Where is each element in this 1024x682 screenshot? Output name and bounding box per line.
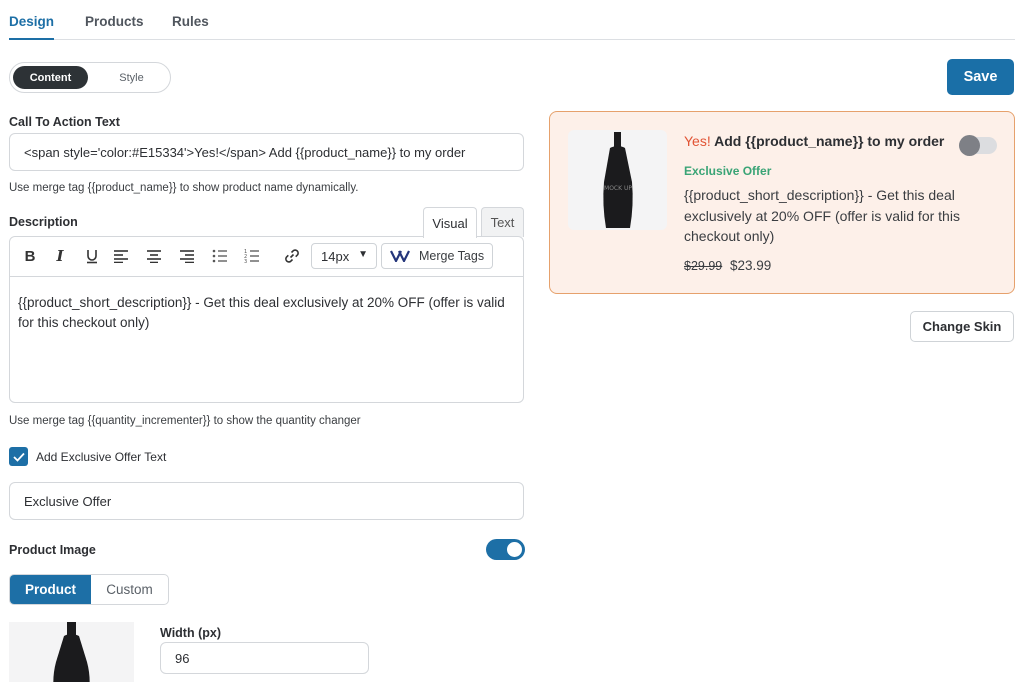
chevron-down-icon: ▼ [358,249,368,260]
exclusive-offer-checkbox[interactable] [9,447,28,466]
align-right-icon[interactable] [177,246,197,266]
width-input[interactable]: 96 [160,642,369,674]
font-size-value: 14px [321,248,350,264]
preview-product-image: MOCK UP [568,130,667,230]
preview-title: Yes! Add {{product_name}} to my order [684,133,944,149]
product-image-thumbnail [9,622,134,682]
numbered-list-icon[interactable]: 123 [242,246,262,266]
width-label: Width (px) [160,626,221,640]
align-left-icon[interactable] [111,246,131,266]
description-help-text: Use merge tag {{quantity_incrementer}} t… [9,415,361,427]
tab-products[interactable]: Products [85,14,144,29]
checkmark-icon [12,452,25,462]
image-source-toggle: Product Custom [9,574,169,605]
italic-icon[interactable]: I [50,246,70,266]
bottle-image: MOCK UP [603,132,633,228]
preview-new-price: $23.99 [730,258,772,273]
underline-icon[interactable] [82,246,102,266]
cta-help-text: Use merge tag {{product_name}} to show p… [9,182,359,194]
preview-title-text: Add {{product_name}} to my order [710,133,945,149]
tab-text[interactable]: Text [481,207,524,237]
product-image-toggle[interactable] [486,539,525,560]
font-size-select[interactable]: 14px ▼ [311,243,377,269]
bottle-label: MOCK UP [604,185,632,192]
preview-price: $29.99 $23.99 [684,258,771,273]
cta-label: Call To Action Text [9,115,120,129]
offer-preview-card: MOCK UP Yes! Add {{product_name}} to my … [549,111,1015,294]
link-icon[interactable] [282,246,302,266]
image-source-product[interactable]: Product [10,575,91,604]
toggle-knob [507,542,522,557]
bullet-list-icon[interactable] [210,246,230,266]
exclusive-offer-input[interactable]: Exclusive Offer [9,482,524,520]
product-image-label: Product Image [9,543,96,557]
preview-add-toggle[interactable] [959,135,997,156]
preview-exclusive-offer: Exclusive Offer [684,164,772,178]
merge-tags-icon [390,250,410,262]
style-mode-button[interactable]: Style [94,66,169,89]
description-editor: B I 123 14px ▼ Merge Tags {{product_shor… [9,236,524,403]
toggle-knob [959,135,980,156]
description-body[interactable]: {{product_short_description}} - Get this… [18,293,513,333]
content-style-toggle: Content Style [9,62,171,93]
image-source-custom[interactable]: Custom [91,575,168,604]
svg-text:3: 3 [244,259,247,263]
top-tabs: Design Products Rules [9,0,1015,40]
merge-tags-label: Merge Tags [419,249,485,263]
save-button[interactable]: Save [947,59,1014,95]
bottle-image [53,622,90,682]
align-center-icon[interactable] [144,246,164,266]
preview-title-yes: Yes! [684,133,711,149]
preview-old-price: $29.99 [684,259,723,273]
exclusive-offer-checkbox-label: Add Exclusive Offer Text [36,450,167,464]
tab-visual[interactable]: Visual [423,207,477,238]
change-skin-button[interactable]: Change Skin [910,311,1014,342]
description-label: Description [9,215,78,229]
bold-icon[interactable]: B [20,246,40,266]
tab-rules[interactable]: Rules [172,14,209,29]
preview-description: {{product_short_description}} - Get this… [684,187,960,244]
cta-input[interactable]: <span style='color:#E15334'>Yes!</span> … [9,133,524,171]
content-mode-button[interactable]: Content [13,66,88,89]
merge-tags-button[interactable]: Merge Tags [381,243,493,269]
editor-toolbar: B I 123 14px ▼ Merge Tags [10,237,523,277]
tab-design[interactable]: Design [9,14,55,40]
